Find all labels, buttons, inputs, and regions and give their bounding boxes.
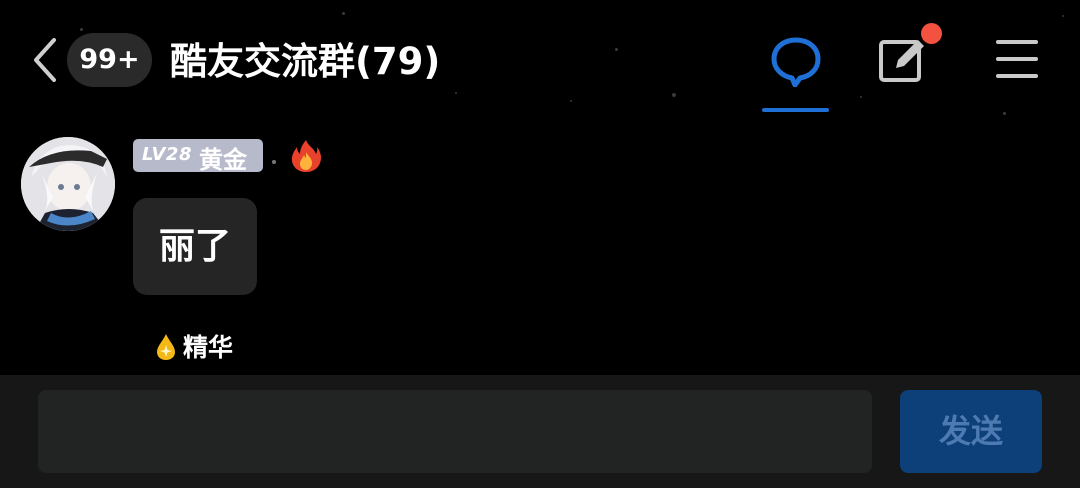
droplet-icon <box>155 333 177 361</box>
back-button[interactable] <box>28 36 64 84</box>
notification-dot <box>921 23 942 44</box>
separator-dot <box>272 160 276 164</box>
chat-bubble-icon <box>771 37 821 87</box>
level-number: LV28 <box>142 144 192 165</box>
user-level-tag: LV28 黄金 <box>133 139 263 174</box>
active-tab-indicator <box>762 108 829 112</box>
composer-bar: 发送 <box>0 375 1080 488</box>
essence-label: 精华 <box>183 333 234 362</box>
avatar[interactable] <box>21 137 115 231</box>
message-input[interactable] <box>38 390 872 473</box>
level-rank: 黄金 <box>199 146 247 174</box>
unread-count-badge[interactable]: 99+ <box>67 33 152 87</box>
page-title: 酷友交流群(79) <box>170 40 441 83</box>
tab-chat[interactable] <box>762 30 829 114</box>
menu-button[interactable] <box>994 38 1040 80</box>
send-button[interactable]: 发送 <box>900 390 1042 473</box>
chevron-left-icon <box>34 38 56 82</box>
chat-header: 99+ 酷友交流群(79) <box>0 0 1080 118</box>
menu-icon <box>996 40 1038 78</box>
message-bubble[interactable]: 丽了 <box>133 198 257 295</box>
fire-icon <box>288 138 324 174</box>
